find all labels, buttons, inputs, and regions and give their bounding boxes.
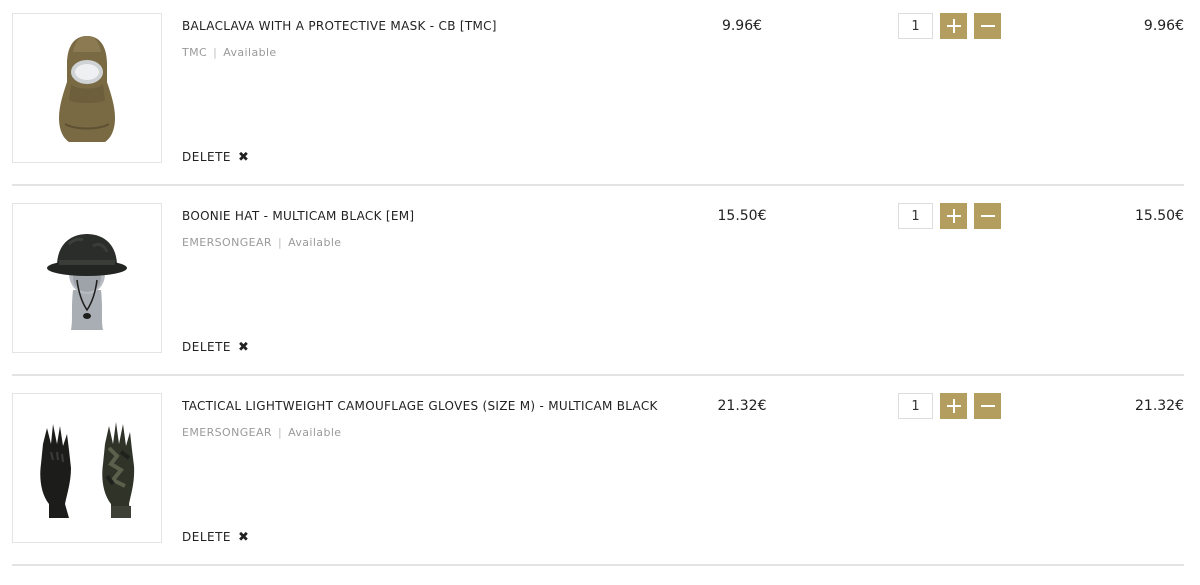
delete-button[interactable]: DELETE ✖ xyxy=(182,530,249,544)
row-divider xyxy=(12,564,1184,566)
boonie-hat-image xyxy=(47,234,127,330)
delete-label: DELETE xyxy=(182,340,232,354)
close-x-icon: ✖ xyxy=(238,529,250,545)
balaclava-image xyxy=(59,36,115,142)
gloves-image xyxy=(40,422,135,518)
unit-price: 15.50€ xyxy=(717,208,767,224)
meta-divider: | xyxy=(213,46,218,59)
quantity-input[interactable] xyxy=(898,13,933,39)
delete-label: DELETE xyxy=(182,150,232,164)
product-brand[interactable]: EMERSONGEAR xyxy=(182,426,272,439)
meta-divider: | xyxy=(277,426,283,439)
availability-status: Available xyxy=(223,46,277,59)
product-meta: EMERSONGEAR | Available xyxy=(182,426,341,439)
plus-icon xyxy=(946,399,961,413)
product-brand[interactable]: TMC xyxy=(182,46,207,59)
product-title[interactable]: TACTICAL LIGHTWEIGHT CAMOUFLAGE GLOVES (… xyxy=(182,399,658,413)
line-total: 21.32€ xyxy=(1135,398,1184,414)
minus-icon xyxy=(980,215,995,217)
meta-divider: | xyxy=(277,236,283,249)
close-x-icon: ✖ xyxy=(238,339,250,355)
product-meta: EMERSONGEAR | Available xyxy=(182,236,341,249)
row-divider xyxy=(12,374,1184,376)
delete-button[interactable]: DELETE ✖ xyxy=(182,150,249,164)
decrease-quantity-button[interactable] xyxy=(974,203,1001,229)
row-divider xyxy=(12,184,1184,186)
quantity-input[interactable] xyxy=(898,203,933,229)
close-x-icon: ✖ xyxy=(238,149,250,165)
delete-button[interactable]: DELETE ✖ xyxy=(182,340,249,354)
product-title[interactable]: BALACLAVA WITH A PROTECTIVE MASK - CB [T… xyxy=(182,19,497,33)
product-brand[interactable]: EMERSONGEAR xyxy=(182,236,272,249)
quantity-input[interactable] xyxy=(898,393,933,419)
cart-item: TACTICAL LIGHTWEIGHT CAMOUFLAGE GLOVES (… xyxy=(0,393,1200,583)
product-image[interactable] xyxy=(12,203,162,353)
minus-icon xyxy=(980,25,995,27)
unit-price: 9.96€ xyxy=(721,18,763,34)
line-total: 15.50€ xyxy=(1135,208,1184,224)
minus-icon xyxy=(980,405,995,407)
availability-status: Available xyxy=(288,426,342,439)
availability-status: Available xyxy=(288,236,342,249)
increase-quantity-button[interactable] xyxy=(940,203,967,229)
cart-item: BOONIE HAT - MULTICAM BLACK [EM] EMERSON… xyxy=(0,203,1200,393)
product-image[interactable] xyxy=(12,13,162,163)
unit-price: 21.32€ xyxy=(717,398,767,414)
increase-quantity-button[interactable] xyxy=(940,13,967,39)
decrease-quantity-button[interactable] xyxy=(974,13,1001,39)
line-total: 9.96€ xyxy=(1143,18,1184,34)
decrease-quantity-button[interactable] xyxy=(974,393,1001,419)
plus-icon xyxy=(946,209,961,223)
product-image[interactable] xyxy=(12,393,162,543)
delete-label: DELETE xyxy=(182,530,232,544)
cart-items-list: BALACLAVA WITH A PROTECTIVE MASK - CB [T… xyxy=(0,0,1200,585)
product-title[interactable]: BOONIE HAT - MULTICAM BLACK [EM] xyxy=(182,209,414,223)
product-meta: TMC | Available xyxy=(182,46,277,59)
increase-quantity-button[interactable] xyxy=(940,393,967,419)
cart-item: BALACLAVA WITH A PROTECTIVE MASK - CB [T… xyxy=(0,13,1200,203)
plus-icon xyxy=(946,19,961,33)
